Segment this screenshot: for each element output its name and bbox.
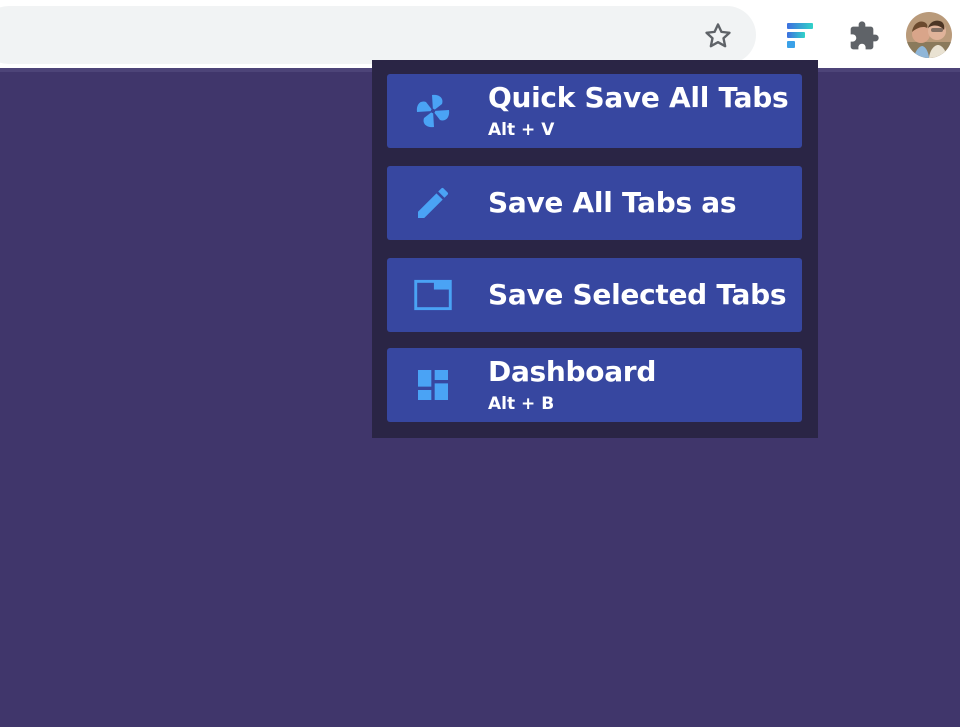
save-selected-tabs-button[interactable]: Save Selected Tabs: [387, 258, 802, 332]
quick-save-all-tabs-button[interactable]: Quick Save All Tabs Alt + V: [387, 74, 802, 148]
profile-avatar[interactable]: [906, 12, 952, 58]
star-outline-icon: [705, 23, 731, 48]
save-all-tabs-as-button[interactable]: Save All Tabs as: [387, 166, 802, 240]
extensions-button[interactable]: [844, 16, 884, 56]
keyboard-shortcut: Alt + B: [488, 394, 555, 414]
menu-item-label: Save All Tabs as: [488, 186, 737, 219]
menu-item-label: Save Selected Tabs: [488, 278, 787, 311]
pencil-icon: [413, 183, 453, 223]
dashboard-icon: [413, 365, 453, 405]
puzzle-piece-icon: [850, 21, 879, 50]
dashboard-button[interactable]: Dashboard Alt + B: [387, 348, 802, 422]
tabsave-popup-menu: Quick Save All Tabs Alt + V Save All Tab…: [372, 60, 818, 438]
tabsave-extension-button[interactable]: [780, 16, 820, 56]
tabsave-logo-icon: [787, 23, 813, 48]
browser-toolbar: [0, 0, 960, 68]
address-bar[interactable]: [0, 6, 756, 64]
pinwheel-icon: [413, 91, 453, 131]
avatar: [906, 12, 952, 58]
keyboard-shortcut: Alt + V: [488, 120, 555, 140]
menu-item-label: Quick Save All Tabs: [488, 81, 789, 114]
bookmark-star-button[interactable]: [700, 18, 736, 54]
tab-window-icon: [413, 275, 453, 315]
menu-item-label: Dashboard: [488, 355, 657, 388]
